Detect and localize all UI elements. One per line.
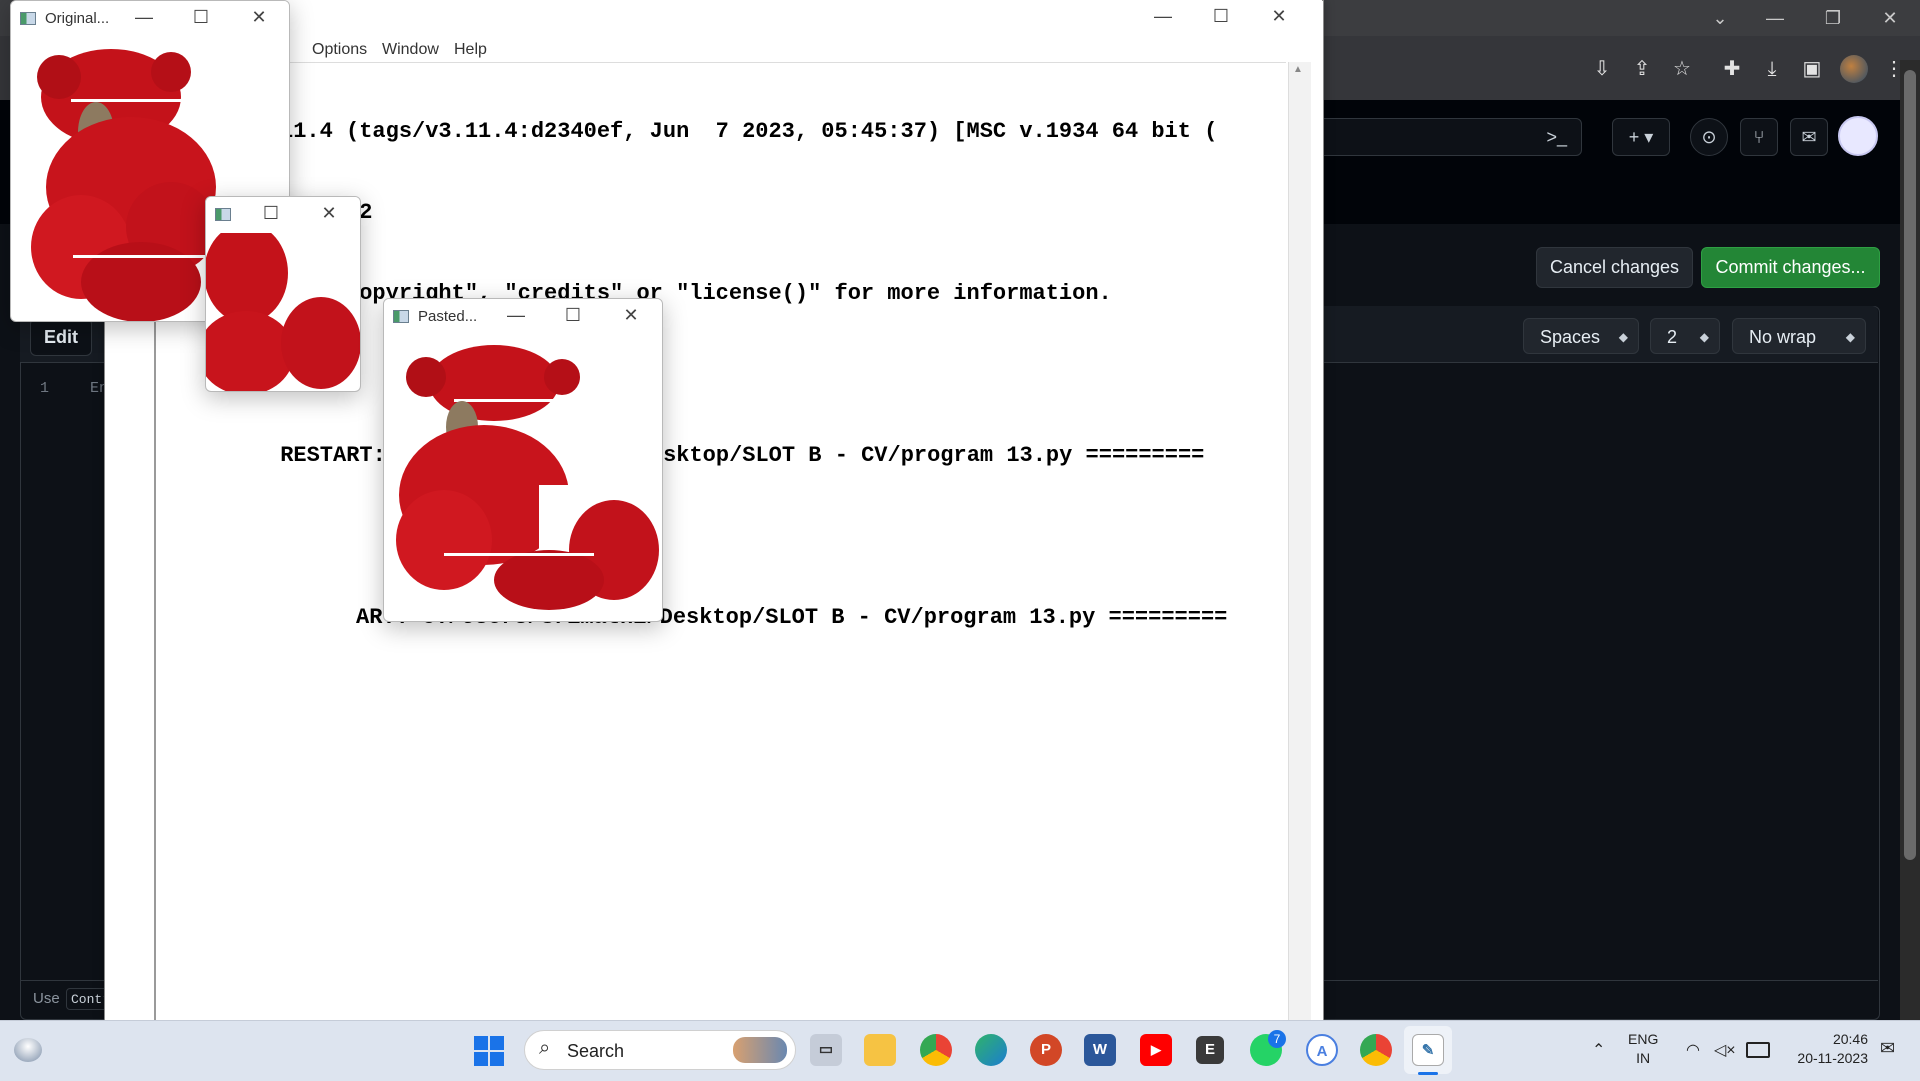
whatsapp-badge: 7 (1268, 1030, 1286, 1048)
edit-tab[interactable]: Edit (30, 318, 92, 356)
start-icon[interactable] (474, 1036, 504, 1066)
install-icon[interactable]: ⇩ (1586, 53, 1618, 85)
idle-icon[interactable]: ✎ (1412, 1034, 1444, 1066)
clock[interactable]: 20:46 20-11-2023 (1780, 1030, 1868, 1068)
maximize-icon[interactable]: ☐ (558, 305, 588, 326)
app-icon (393, 310, 409, 323)
extensions-icon[interactable]: ✚ (1716, 53, 1748, 85)
app-store-icon[interactable]: A (1306, 1034, 1338, 1066)
wrap-mode-select[interactable]: No wrap ◆ (1732, 318, 1866, 354)
share-icon[interactable]: ⇪ (1626, 53, 1658, 85)
search-highlight-icon (733, 1037, 787, 1063)
select-caret-icon: ◆ (1845, 330, 1855, 344)
close-icon[interactable]: ✕ (1264, 6, 1294, 27)
active-indicator (1418, 1072, 1438, 1075)
menu-window[interactable]: Window (382, 41, 439, 59)
command-palette[interactable]: >_ (1300, 118, 1582, 156)
star-icon[interactable]: ☆ (1666, 53, 1698, 85)
close-icon[interactable]: ✕ (616, 305, 646, 326)
taskbar-search[interactable]: ⌕ Search (524, 1030, 796, 1070)
footer-hint: Use (33, 990, 60, 1007)
crop-image-window: ☐ ✕ (205, 196, 361, 392)
app-icon (215, 208, 231, 221)
indent-mode-value: Spaces (1540, 327, 1601, 347)
wrap-mode-value: No wrap (1749, 327, 1817, 347)
shell-line: 11.4 (tags/v3.11.4:d2340ef, Jun 7 2023, … (280, 119, 1218, 144)
battery-icon[interactable] (1746, 1042, 1770, 1058)
lang-line: ENG (1628, 1031, 1659, 1047)
scrollbar-thumb[interactable] (1904, 70, 1916, 860)
inbox-icon[interactable]: ✉ (1790, 118, 1828, 156)
menu-options[interactable]: Options (312, 41, 367, 59)
pasted-titlebar: Pasted... — ☐ ✕ (384, 299, 662, 335)
word-icon[interactable]: W (1084, 1034, 1116, 1066)
pasted-bear-image (396, 345, 659, 610)
wifi-icon[interactable]: ◠ (1686, 1040, 1700, 1060)
issues-icon[interactable]: ⊙ (1690, 118, 1728, 156)
menu-help[interactable]: Help (454, 41, 487, 59)
file-explorer-icon[interactable] (864, 1034, 896, 1066)
download-icon[interactable]: ⤓ (1756, 53, 1788, 85)
chrome-minimize-button[interactable]: — (1755, 0, 1795, 36)
maximize-icon[interactable]: ☐ (186, 7, 216, 28)
maximize-icon[interactable]: ☐ (1206, 6, 1236, 27)
avatar[interactable] (1838, 116, 1878, 156)
edge-icon[interactable] (975, 1034, 1007, 1066)
chrome-profile-icon[interactable] (1360, 1034, 1392, 1066)
powerpoint-icon[interactable]: P (1030, 1034, 1062, 1066)
create-new-button[interactable]: + ▾ (1612, 118, 1670, 156)
indent-size-value: 2 (1667, 327, 1678, 347)
shell-line: n win32 (280, 199, 1227, 226)
chevron-up-icon[interactable]: ⌃ (1592, 1040, 1605, 1060)
minimize-icon[interactable]: — (501, 305, 531, 326)
menubar-divider (154, 62, 1286, 63)
weather-icon[interactable] (14, 1038, 42, 1062)
pull-requests-icon[interactable]: ⑂ (1740, 118, 1778, 156)
minimize-icon[interactable]: — (1148, 6, 1178, 27)
date: 20-11-2023 (1797, 1050, 1868, 1066)
notifications-icon[interactable]: ✉ (1880, 1038, 1895, 1059)
minimize-icon[interactable]: — (129, 7, 159, 28)
pasted-image-window: Pasted... — ☐ ✕ (383, 298, 663, 622)
e-app-icon[interactable]: E (1196, 1036, 1224, 1064)
cropped-bear-image (206, 233, 360, 391)
volume-muted-icon[interactable]: ◁× (1714, 1040, 1736, 1060)
line-number: 1 (40, 380, 50, 397)
maximize-icon[interactable]: ☐ (256, 203, 286, 224)
chrome-tab-search-button[interactable]: ⌄ (1700, 0, 1740, 36)
select-caret-icon: ◆ (1618, 330, 1628, 344)
language-indicator[interactable]: ENG IN (1628, 1030, 1658, 1068)
idle-scrollbar[interactable]: ▲ (1288, 62, 1311, 1020)
chrome-restore-button[interactable]: ❐ (1813, 0, 1853, 36)
crop-titlebar: ☐ ✕ (206, 197, 360, 233)
youtube-icon[interactable]: ▶ (1140, 1034, 1172, 1066)
select-caret-icon: ◆ (1699, 330, 1709, 344)
window-title: Pasted... (418, 308, 478, 325)
sidepanel-icon[interactable]: ▣ (1796, 53, 1828, 85)
search-label: Search (567, 1041, 625, 1061)
commit-changes-button[interactable]: Commit changes... (1701, 247, 1880, 288)
chrome-close-button[interactable]: ✕ (1870, 0, 1910, 36)
window-title: Original... (45, 10, 110, 27)
indent-mode-select[interactable]: Spaces ◆ (1523, 318, 1639, 354)
search-icon: ⌕ (539, 1037, 551, 1059)
task-view-icon[interactable]: ▭ (810, 1034, 842, 1066)
original-titlebar: Original... — ☐ ✕ (11, 1, 289, 37)
scroll-up-icon[interactable]: ▲ (1293, 64, 1303, 75)
close-icon[interactable]: ✕ (314, 203, 344, 224)
profile-icon[interactable] (1840, 55, 1868, 83)
indent-size-select[interactable]: 2 ◆ (1650, 318, 1720, 354)
app-icon (20, 12, 36, 25)
time: 20:46 (1832, 1031, 1868, 1047)
close-icon[interactable]: ✕ (244, 7, 274, 28)
chrome-icon[interactable] (920, 1034, 952, 1066)
lang-line: IN (1636, 1050, 1651, 1066)
cancel-changes-button[interactable]: Cancel changes (1536, 247, 1693, 288)
terminal-icon: >_ (1546, 127, 1567, 147)
